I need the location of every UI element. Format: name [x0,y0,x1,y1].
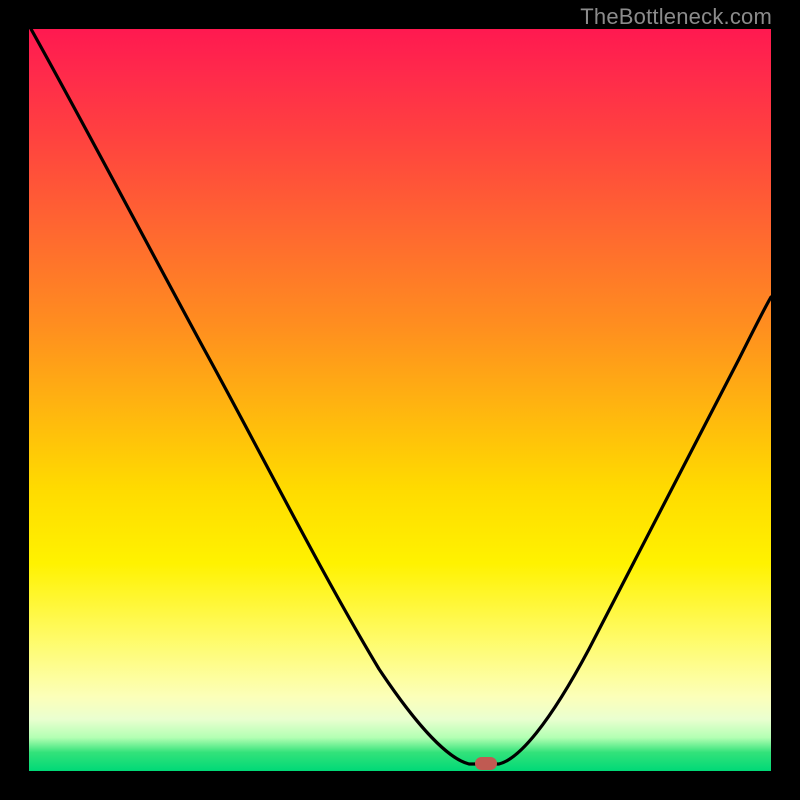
bottleneck-curve [31,29,771,764]
watermark-text: TheBottleneck.com [580,4,772,30]
bottleneck-curve-svg [29,29,771,771]
plot-area [29,29,771,771]
chart-frame: TheBottleneck.com [0,0,800,800]
optimum-marker [475,757,497,770]
